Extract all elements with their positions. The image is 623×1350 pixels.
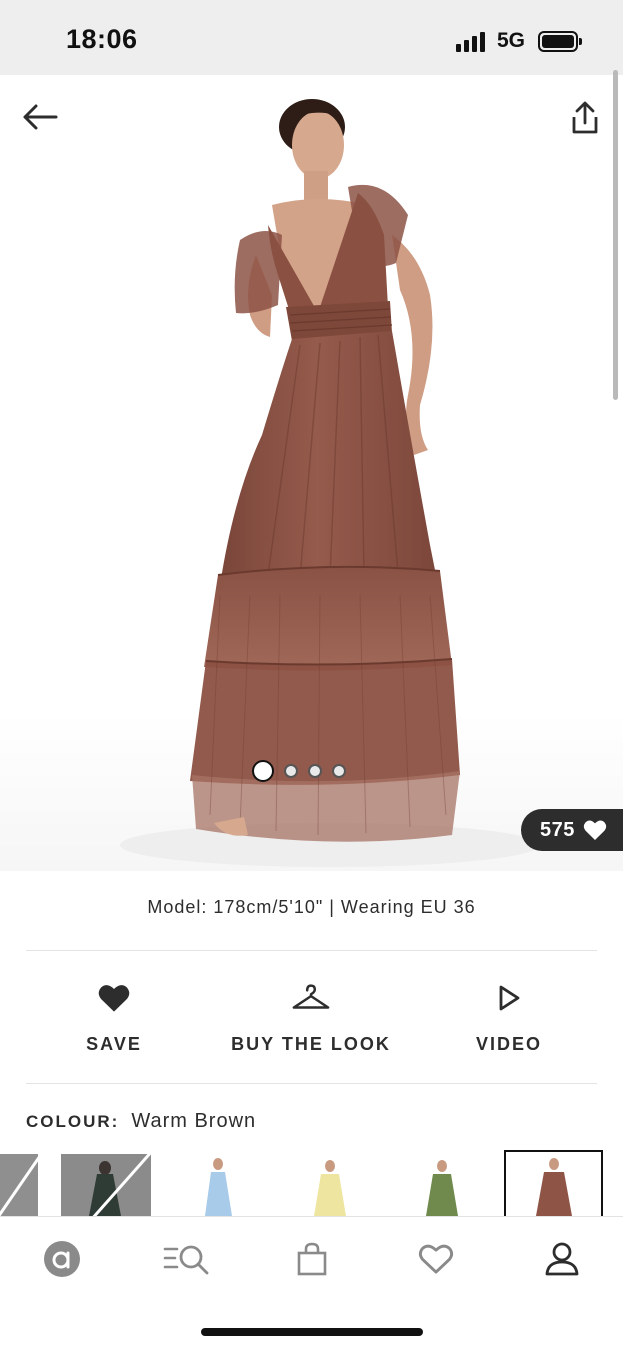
heart-filled-icon	[98, 985, 130, 1012]
gallery-dot-3[interactable]	[308, 764, 322, 778]
swatch-grey[interactable]	[0, 1154, 38, 1216]
divider	[26, 1083, 597, 1084]
user-icon	[545, 1242, 579, 1276]
colour-row: COLOUR: Warm Brown	[26, 1110, 256, 1133]
gallery-dots	[252, 759, 346, 783]
back-button[interactable]	[20, 100, 60, 134]
asos-logo-icon	[44, 1241, 80, 1277]
network-label: 5G	[497, 29, 526, 52]
product-image[interactable]	[0, 75, 623, 871]
scrollbar[interactable]	[613, 70, 618, 400]
heart-filled-icon	[583, 820, 607, 840]
swatch-light-blue[interactable]	[180, 1154, 260, 1216]
home-indicator[interactable]	[201, 1328, 423, 1336]
swatch-olive[interactable]	[400, 1154, 480, 1216]
nav-saved[interactable]	[414, 1237, 458, 1281]
share-button[interactable]	[568, 100, 602, 136]
video-button[interactable]: VIDEO	[470, 978, 548, 1055]
save-button[interactable]: SAVE	[73, 978, 155, 1055]
search-menu-icon	[163, 1245, 209, 1275]
like-count: 575	[540, 818, 575, 841]
dress-model-image	[120, 99, 540, 867]
share-icon	[572, 101, 598, 134]
heart-outline-icon	[418, 1244, 454, 1274]
like-count-button[interactable]: 575	[521, 809, 623, 851]
swatch-dark-green[interactable]	[61, 1154, 151, 1216]
buy-the-look-button[interactable]: BUY THE LOOK	[230, 978, 392, 1055]
divider	[26, 950, 597, 951]
nav-account[interactable]	[540, 1237, 584, 1281]
gallery-dot-1[interactable]	[252, 760, 274, 782]
nav-bag[interactable]	[290, 1237, 334, 1281]
gallery-dot-2[interactable]	[284, 764, 298, 778]
gallery-dot-4[interactable]	[332, 764, 346, 778]
save-label: SAVE	[86, 1034, 142, 1054]
play-outline-icon	[499, 985, 520, 1011]
battery-icon	[538, 31, 582, 52]
status-time: 18:06	[66, 24, 138, 54]
nav-home[interactable]	[40, 1237, 84, 1281]
arrow-left-icon	[23, 104, 58, 130]
status-bar: 18:06 5G	[0, 0, 623, 75]
colour-label: COLOUR:	[26, 1112, 120, 1131]
colour-swatches	[0, 1150, 623, 1216]
swatch-lemon[interactable]	[290, 1154, 370, 1216]
model-info: Model: 178cm/5'10" | Wearing EU 36	[147, 897, 476, 917]
nav-search[interactable]	[162, 1237, 212, 1281]
buy-the-look-label: BUY THE LOOK	[231, 1034, 391, 1054]
video-label: VIDEO	[475, 1034, 542, 1054]
signal-bars-icon	[456, 32, 488, 52]
colour-value: Warm Brown	[131, 1110, 257, 1132]
hanger-icon	[292, 984, 330, 1009]
bag-icon	[297, 1242, 327, 1276]
swatch-warm-brown[interactable]	[504, 1150, 603, 1216]
